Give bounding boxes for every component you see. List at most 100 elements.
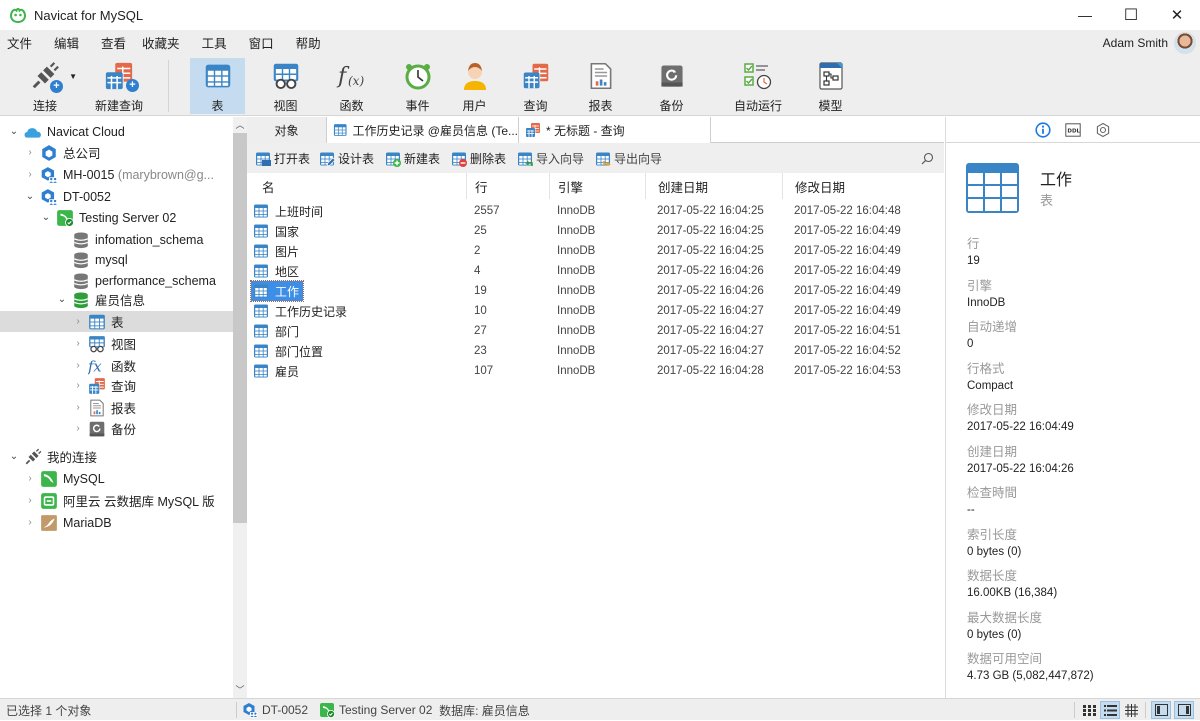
delete-table-button[interactable]: 删除表 [451,150,506,167]
table-name[interactable]: 工作 [249,280,305,302]
toolbar-event-button[interactable]: 事件 [390,58,445,114]
design-table-button[interactable]: 设计表 [319,150,374,167]
tree-item-database[interactable]: mysql [0,249,233,270]
chevron-right-icon[interactable]: › [24,517,36,528]
tree-item-employee-db[interactable]: ⌄ 雇员信息 [0,289,233,310]
chevron-right-icon[interactable]: › [24,473,36,484]
ddl-icon[interactable]: DDL [1065,122,1081,137]
minimize-button[interactable]: — [1062,0,1108,30]
search-icon[interactable] [921,152,934,165]
chevron-down-icon[interactable]: ⌄ [8,451,20,462]
scroll-up-icon[interactable]: ︿ [233,118,247,132]
table-row[interactable]: 图片 2 InnoDB 2017-05-22 16:04:25 2017-05-22 1… [247,241,944,261]
toolbar-view-button[interactable]: 视图 [258,58,313,114]
menu-window[interactable]: 窗口 [241,33,282,52]
toolbar-report-button[interactable]: 报表 [573,58,628,114]
scroll-down-icon[interactable]: ﹀ [233,683,247,697]
column-header-modified[interactable]: 修改日期 [783,173,944,199]
icon-view-button[interactable] [1079,701,1099,719]
menu-tools[interactable]: 工具 [194,33,235,52]
tree-item-mysql[interactable]: › MySQL [0,468,233,489]
table-name[interactable]: 工作历史记录 [251,301,351,321]
table-name[interactable]: 国家 [251,221,303,241]
chevron-right-icon[interactable]: › [72,423,84,434]
dropdown-arrow-icon[interactable]: ▼ [69,72,77,81]
settings-hexagon-icon[interactable] [1095,122,1111,138]
toolbar-new-query-button[interactable]: + 新建查询 [88,58,150,114]
import-wizard-button[interactable]: 导入向导 [517,150,584,167]
open-table-button[interactable]: 打开表 [255,150,310,167]
new-table-button[interactable]: 新建表 [385,150,440,167]
chevron-down-icon[interactable]: ⌄ [24,191,36,202]
tree-item-functions[interactable]: › 函数 [0,355,233,376]
table-name[interactable]: 上班时间 [251,201,327,221]
tree-item-database[interactable]: infomation_schema [0,229,233,250]
toolbar-query-button[interactable]: 查询 [508,58,563,114]
detail-view-button[interactable] [1121,701,1141,719]
info-icon[interactable] [1035,121,1051,138]
tree-item-my-connections[interactable]: ⌄ 我的连接 [0,446,233,467]
tab-untitled-query[interactable]: * 无标题 - 查询 [519,117,711,143]
tree-item-views[interactable]: › 视图 [0,333,233,354]
toolbar-connection-button[interactable]: + ▼ 连接 [18,58,77,114]
table-name[interactable]: 雇员 [251,361,303,381]
table-row[interactable]: 工作历史记录 10 InnoDB 2017-05-22 16:04:27 2017-05… [247,301,944,321]
table-name[interactable]: 部门 [251,321,303,341]
table-name[interactable]: 图片 [251,241,303,261]
tree-item-tables[interactable]: › 表 [0,311,233,332]
scrollbar-thumb[interactable] [233,133,247,523]
export-wizard-button[interactable]: 导出向导 [595,150,662,167]
column-header-created[interactable]: 创建日期 [646,173,783,199]
menu-edit[interactable]: 编辑 [46,33,87,52]
chevron-right-icon[interactable]: › [72,360,84,371]
chevron-right-icon[interactable]: › [72,402,84,413]
toolbar-user-button[interactable]: 用户 [447,58,502,114]
sidebar-scrollbar[interactable]: ︿ ﹀ [233,117,247,698]
user-account[interactable]: Adam Smith [1103,32,1196,54]
tree-item-project[interactable]: › 总公司 [0,142,233,163]
tab-table-history[interactable]: 工作历史记录 @雇员信息 (Te... [327,117,519,143]
close-button[interactable]: ✕ [1154,0,1200,30]
toggle-left-pane-button[interactable] [1151,701,1171,719]
chevron-down-icon[interactable]: ⌄ [56,294,68,305]
tree-item-aliyun[interactable]: › 阿里云 云数据库 MySQL 版 [0,490,233,511]
chevron-right-icon[interactable]: › [72,338,84,349]
list-view-button[interactable] [1100,701,1120,719]
table-row[interactable]: 地区 4 InnoDB 2017-05-22 16:04:26 2017-05-22 1… [247,261,944,281]
tree-item-dt-0052[interactable]: ⌄ DT-0052 [0,186,233,207]
table-name[interactable]: 地区 [251,261,303,281]
chevron-down-icon[interactable]: ⌄ [40,212,52,223]
menu-file[interactable]: 文件 [0,33,40,52]
tree-item-reports[interactable]: › 报表 [0,397,233,418]
tree-item-database[interactable]: performance_schema [0,270,233,291]
tab-objects[interactable]: 对象 [247,117,327,143]
table-row[interactable]: 部门位置 23 InnoDB 2017-05-22 16:04:27 2017-05-2… [247,341,944,361]
chevron-right-icon[interactable]: › [72,380,84,391]
tree-item-mariadb[interactable]: › MariaDB [0,512,233,533]
menu-help[interactable]: 帮助 [288,33,329,52]
table-row[interactable]: 工作 19 InnoDB 2017-05-22 16:04:26 2017-05-22 … [247,280,944,302]
tree-item-navicat-cloud[interactable]: ⌄ Navicat Cloud [0,121,233,142]
table-name[interactable]: 部门位置 [251,341,327,361]
chevron-down-icon[interactable]: ⌄ [8,126,20,137]
chevron-right-icon[interactable]: › [72,316,84,327]
table-row[interactable]: 上班时间 2557 InnoDB 2017-05-22 16:04:25 2017-05… [247,201,944,221]
toolbar-model-button[interactable]: 模型 [803,58,858,114]
tree-item-mh-0015[interactable]: › MH-0015 (marybrown@g... [0,164,233,185]
table-row[interactable]: 部门 27 InnoDB 2017-05-22 16:04:27 2017-05-22 … [247,321,944,341]
column-header-engine[interactable]: 引擎 [550,173,646,199]
toolbar-function-button[interactable]: f (x) 函数 [324,58,379,114]
tree-item-testing-server-02[interactable]: ⌄ Testing Server 02 [0,207,233,228]
table-row[interactable]: 国家 25 InnoDB 2017-05-22 16:04:25 2017-05-22 … [247,221,944,241]
table-row[interactable]: 雇员 107 InnoDB 2017-05-22 16:04:28 2017-05-22… [247,361,944,381]
chevron-right-icon[interactable]: › [24,495,36,506]
toolbar-table-button[interactable]: 表 [190,58,245,114]
chevron-right-icon[interactable]: › [24,147,36,158]
chevron-right-icon[interactable]: › [24,169,36,180]
maximize-button[interactable]: ☐ [1108,0,1154,30]
menu-favorites[interactable]: 收藏夹 [134,33,188,52]
menu-view[interactable]: 查看 [93,33,134,52]
tree-item-queries[interactable]: › 查询 [0,375,233,396]
toolbar-automation-button[interactable]: 自动运行 [725,58,791,114]
tree-item-backups[interactable]: › 备份 [0,418,233,439]
